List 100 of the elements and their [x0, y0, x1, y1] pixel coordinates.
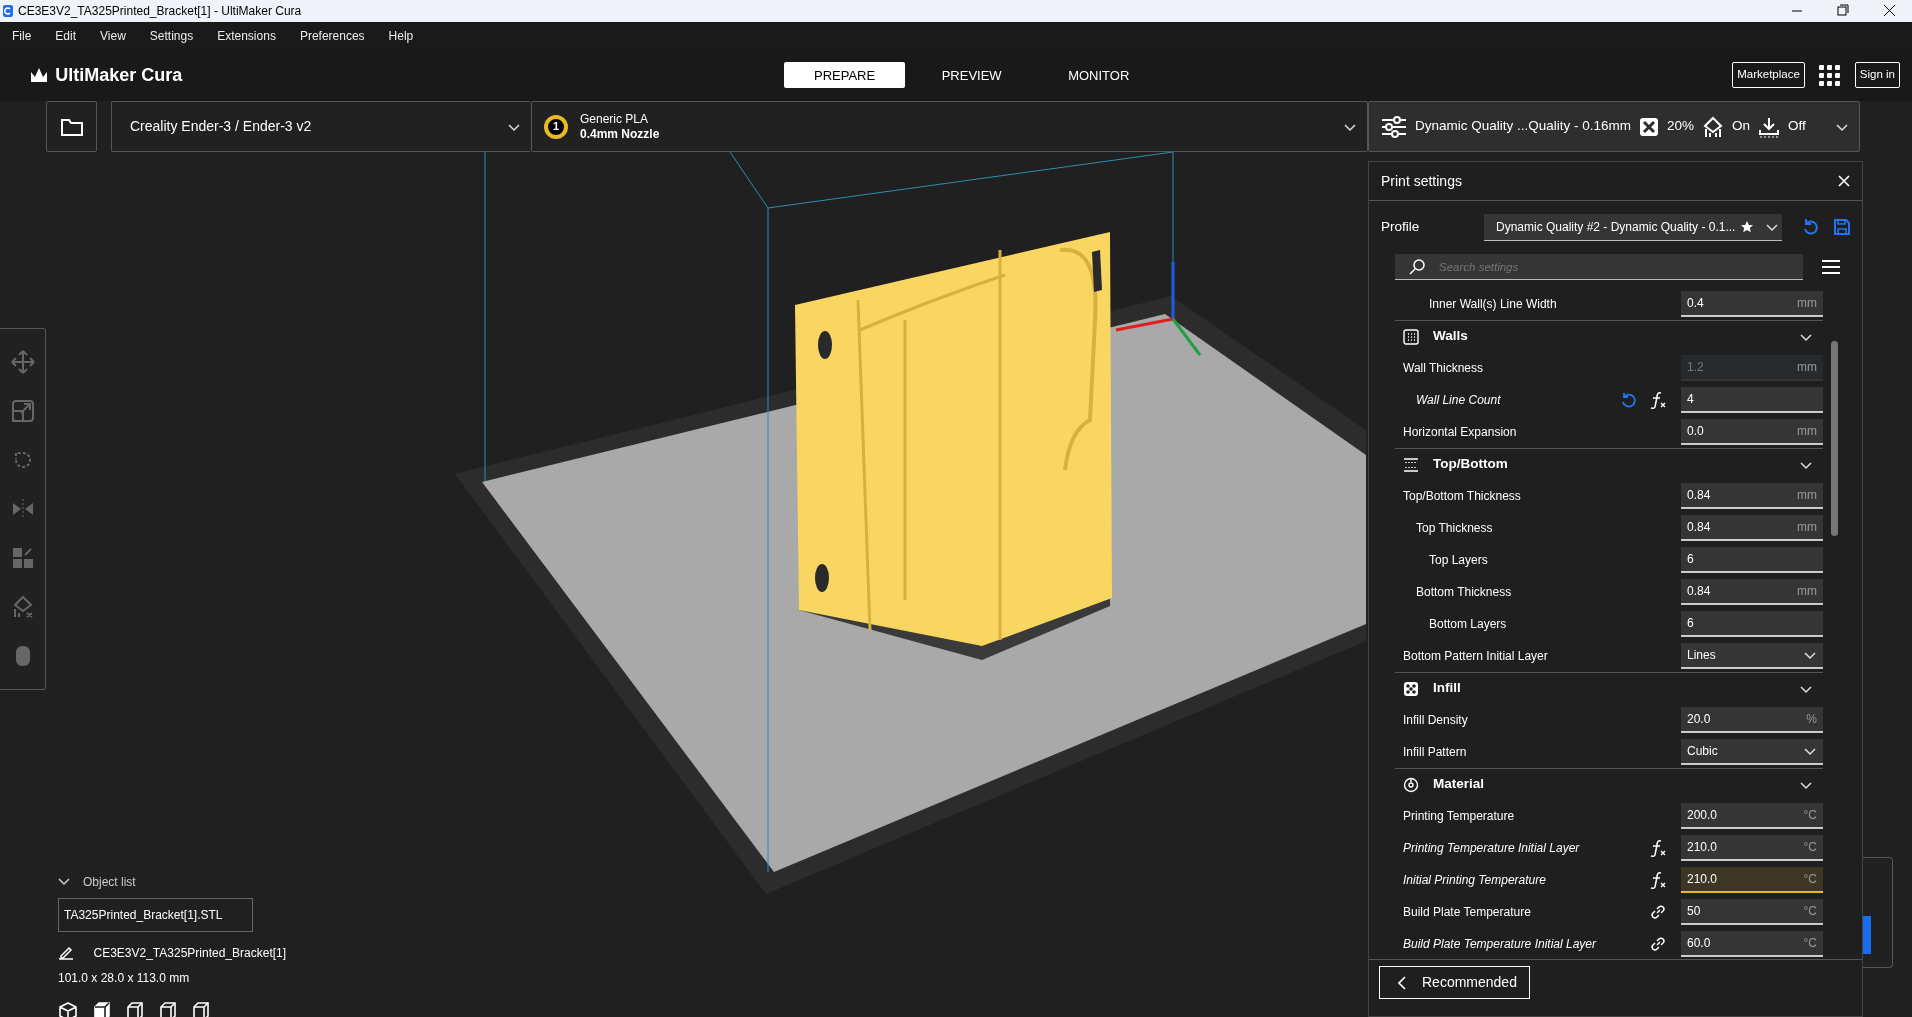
- support-icon: [1702, 115, 1725, 138]
- top-view-icon[interactable]: [124, 1001, 144, 1017]
- infill-icon: [1403, 680, 1419, 697]
- per-model-settings-icon[interactable]: [10, 546, 35, 571]
- setting-label: Infill Density: [1403, 712, 1469, 729]
- setting-field[interactable]: 0.84 mm: [1681, 579, 1823, 605]
- function-icon[interactable]: [1650, 839, 1666, 857]
- category-header[interactable]: Top/Bottom: [1395, 448, 1823, 480]
- stage-tab[interactable]: PREVIEW: [911, 62, 1032, 88]
- setting-field[interactable]: 20.0 %: [1681, 707, 1823, 733]
- setting-label: Top Layers: [1428, 552, 1489, 569]
- setting-label: Top/Bottom Thickness: [1403, 488, 1522, 505]
- infill-value: 20%: [1667, 117, 1695, 136]
- setting-label: Wall Thickness: [1403, 360, 1485, 377]
- setting-field[interactable]: 6: [1681, 547, 1823, 573]
- profile-label: Profile: [1381, 217, 1421, 236]
- adhesion-icon: [1758, 115, 1781, 138]
- extruder-badge: 1: [544, 114, 568, 139]
- setting-field[interactable]: 60.0 °C: [1681, 931, 1823, 957]
- left-view-icon[interactable]: [157, 1001, 177, 1017]
- category-header[interactable]: Infill: [1395, 672, 1823, 704]
- link-icon[interactable]: [1650, 936, 1666, 952]
- right-view-icon[interactable]: [190, 1001, 210, 1017]
- setting-label: Printing Temperature Initial Layer: [1403, 840, 1581, 857]
- profile-dropdown[interactable]: Dynamic Quality #2 - Dynamic Quality - 0.1...: [1484, 213, 1782, 241]
- setting-field[interactable]: 210.0 °C: [1681, 835, 1823, 861]
- pencil-icon[interactable]: [58, 946, 74, 960]
- menu-item[interactable]: Preferences: [287, 26, 377, 45]
- menu-item[interactable]: Edit: [43, 26, 89, 45]
- front-view-icon[interactable]: [91, 1001, 111, 1017]
- scrollbar-thumb[interactable]: [1831, 341, 1838, 536]
- panel-title: Print settings: [1381, 171, 1462, 191]
- setting-field[interactable]: 6: [1681, 611, 1823, 637]
- infill-icon: [1639, 116, 1660, 137]
- setting-label: Build Plate Temperature Initial Layer: [1403, 936, 1598, 953]
- setting-dropdown[interactable]: Lines: [1681, 643, 1823, 669]
- menu-item[interactable]: Help: [376, 26, 426, 45]
- menu-item[interactable]: Extensions: [205, 26, 288, 45]
- chevron-down-icon: [1803, 649, 1817, 661]
- setting-field[interactable]: 0.84 mm: [1681, 515, 1823, 541]
- function-icon[interactable]: [1650, 871, 1666, 889]
- apps-grid-icon[interactable]: [1819, 64, 1841, 86]
- app-logo: UltiMaker Cura: [55, 63, 183, 87]
- link-icon[interactable]: [1650, 904, 1666, 920]
- object-list-item[interactable]: TA325Printed_Bracket[1].STL: [58, 897, 253, 932]
- setting-field[interactable]: 0.0 mm: [1681, 419, 1823, 445]
- close-icon[interactable]: [1838, 175, 1850, 187]
- setting-label: Bottom Thickness: [1415, 584, 1513, 601]
- marketplace-button[interactable]: Marketplace: [1732, 62, 1805, 88]
- menu-icon[interactable]: [1821, 259, 1841, 275]
- setting-label: Wall Line Count: [1415, 392, 1502, 409]
- setting-label: Inner Wall(s) Line Width: [1428, 296, 1558, 313]
- setting-label: Top Thickness: [1415, 520, 1494, 537]
- material-icon: [1403, 776, 1419, 793]
- setting-field[interactable]: 50 °C: [1681, 899, 1823, 925]
- sign-in-button[interactable]: Sign in: [1854, 62, 1900, 88]
- menu-item[interactable]: View: [88, 26, 138, 45]
- move-icon[interactable]: [10, 349, 35, 374]
- search-field[interactable]: Search settings: [1395, 254, 1803, 280]
- setting-label: Horizontal Expansion: [1403, 424, 1518, 441]
- support-value: On: [1732, 117, 1751, 136]
- setting-label: Bottom Pattern Initial Layer: [1403, 648, 1549, 665]
- chevron-down-icon: [1803, 745, 1817, 757]
- setting-label: Build Plate Temperature: [1403, 904, 1532, 921]
- object-list-toggle[interactable]: Object list: [58, 873, 287, 891]
- window-title: CE3E3V2_TA325Printed_Bracket[1] - UltiMaker Cura: [18, 3, 302, 20]
- sliders-icon: [1381, 115, 1407, 138]
- setting-field[interactable]: 0.84 mm: [1681, 483, 1823, 509]
- setting-label: Initial Printing Temperature: [1403, 872, 1547, 889]
- object-name: CE3E3V2_TA325Printed_Bracket[1]: [93, 945, 287, 962]
- printer-selector[interactable]: Creality Ender-3 / Ender-3 v2: [111, 101, 531, 152]
- star-icon: [1741, 220, 1754, 233]
- category-header[interactable]: Material: [1395, 768, 1823, 800]
- reset-icon[interactable]: [1802, 218, 1820, 236]
- print-setup-selector[interactable]: Dynamic Quality ...Quality - 0.16mm 20% On Off: [1368, 101, 1860, 152]
- object-dimensions: 101.0 x 28.0 x 113.0 mm: [58, 969, 191, 987]
- menu-item[interactable]: Settings: [137, 26, 206, 45]
- stage-tab[interactable]: MONITOR: [1038, 62, 1160, 88]
- setting-field[interactable]: 0.4 mm: [1681, 291, 1823, 317]
- folder-icon: [59, 116, 84, 137]
- setting-label: Bottom Layers: [1428, 616, 1508, 633]
- category-header[interactable]: Walls: [1395, 320, 1823, 352]
- material-selector[interactable]: 1 Generic PLA 0.4mm Nozzle: [531, 101, 1368, 152]
- adhesion-value: Off: [1788, 117, 1806, 136]
- menu-item[interactable]: File: [0, 26, 44, 45]
- search-icon: [1409, 259, 1425, 275]
- save-icon[interactable]: [1834, 219, 1850, 235]
- material-name: Generic PLA: [580, 111, 650, 127]
- profile-summary: Dynamic Quality ...Quality - 0.16mm: [1415, 117, 1632, 136]
- nozzle-size: 0.4mm Nozzle: [580, 126, 660, 142]
- setting-dropdown[interactable]: Cubic: [1681, 739, 1823, 765]
- 3d-view-icon[interactable]: [58, 1001, 78, 1017]
- recommended-button[interactable]: Recommended: [1379, 966, 1530, 999]
- open-file-button[interactable]: [46, 101, 97, 152]
- top-bottom-icon: [1403, 456, 1419, 473]
- setting-label: Printing Temperature: [1403, 808, 1516, 825]
- setting-field[interactable]: 200.0 °C: [1681, 803, 1823, 829]
- stage-tab[interactable]: PREPARE: [784, 62, 906, 88]
- setting-field[interactable]: 210.0 °C: [1681, 867, 1823, 893]
- scale-icon[interactable]: [10, 398, 35, 423]
